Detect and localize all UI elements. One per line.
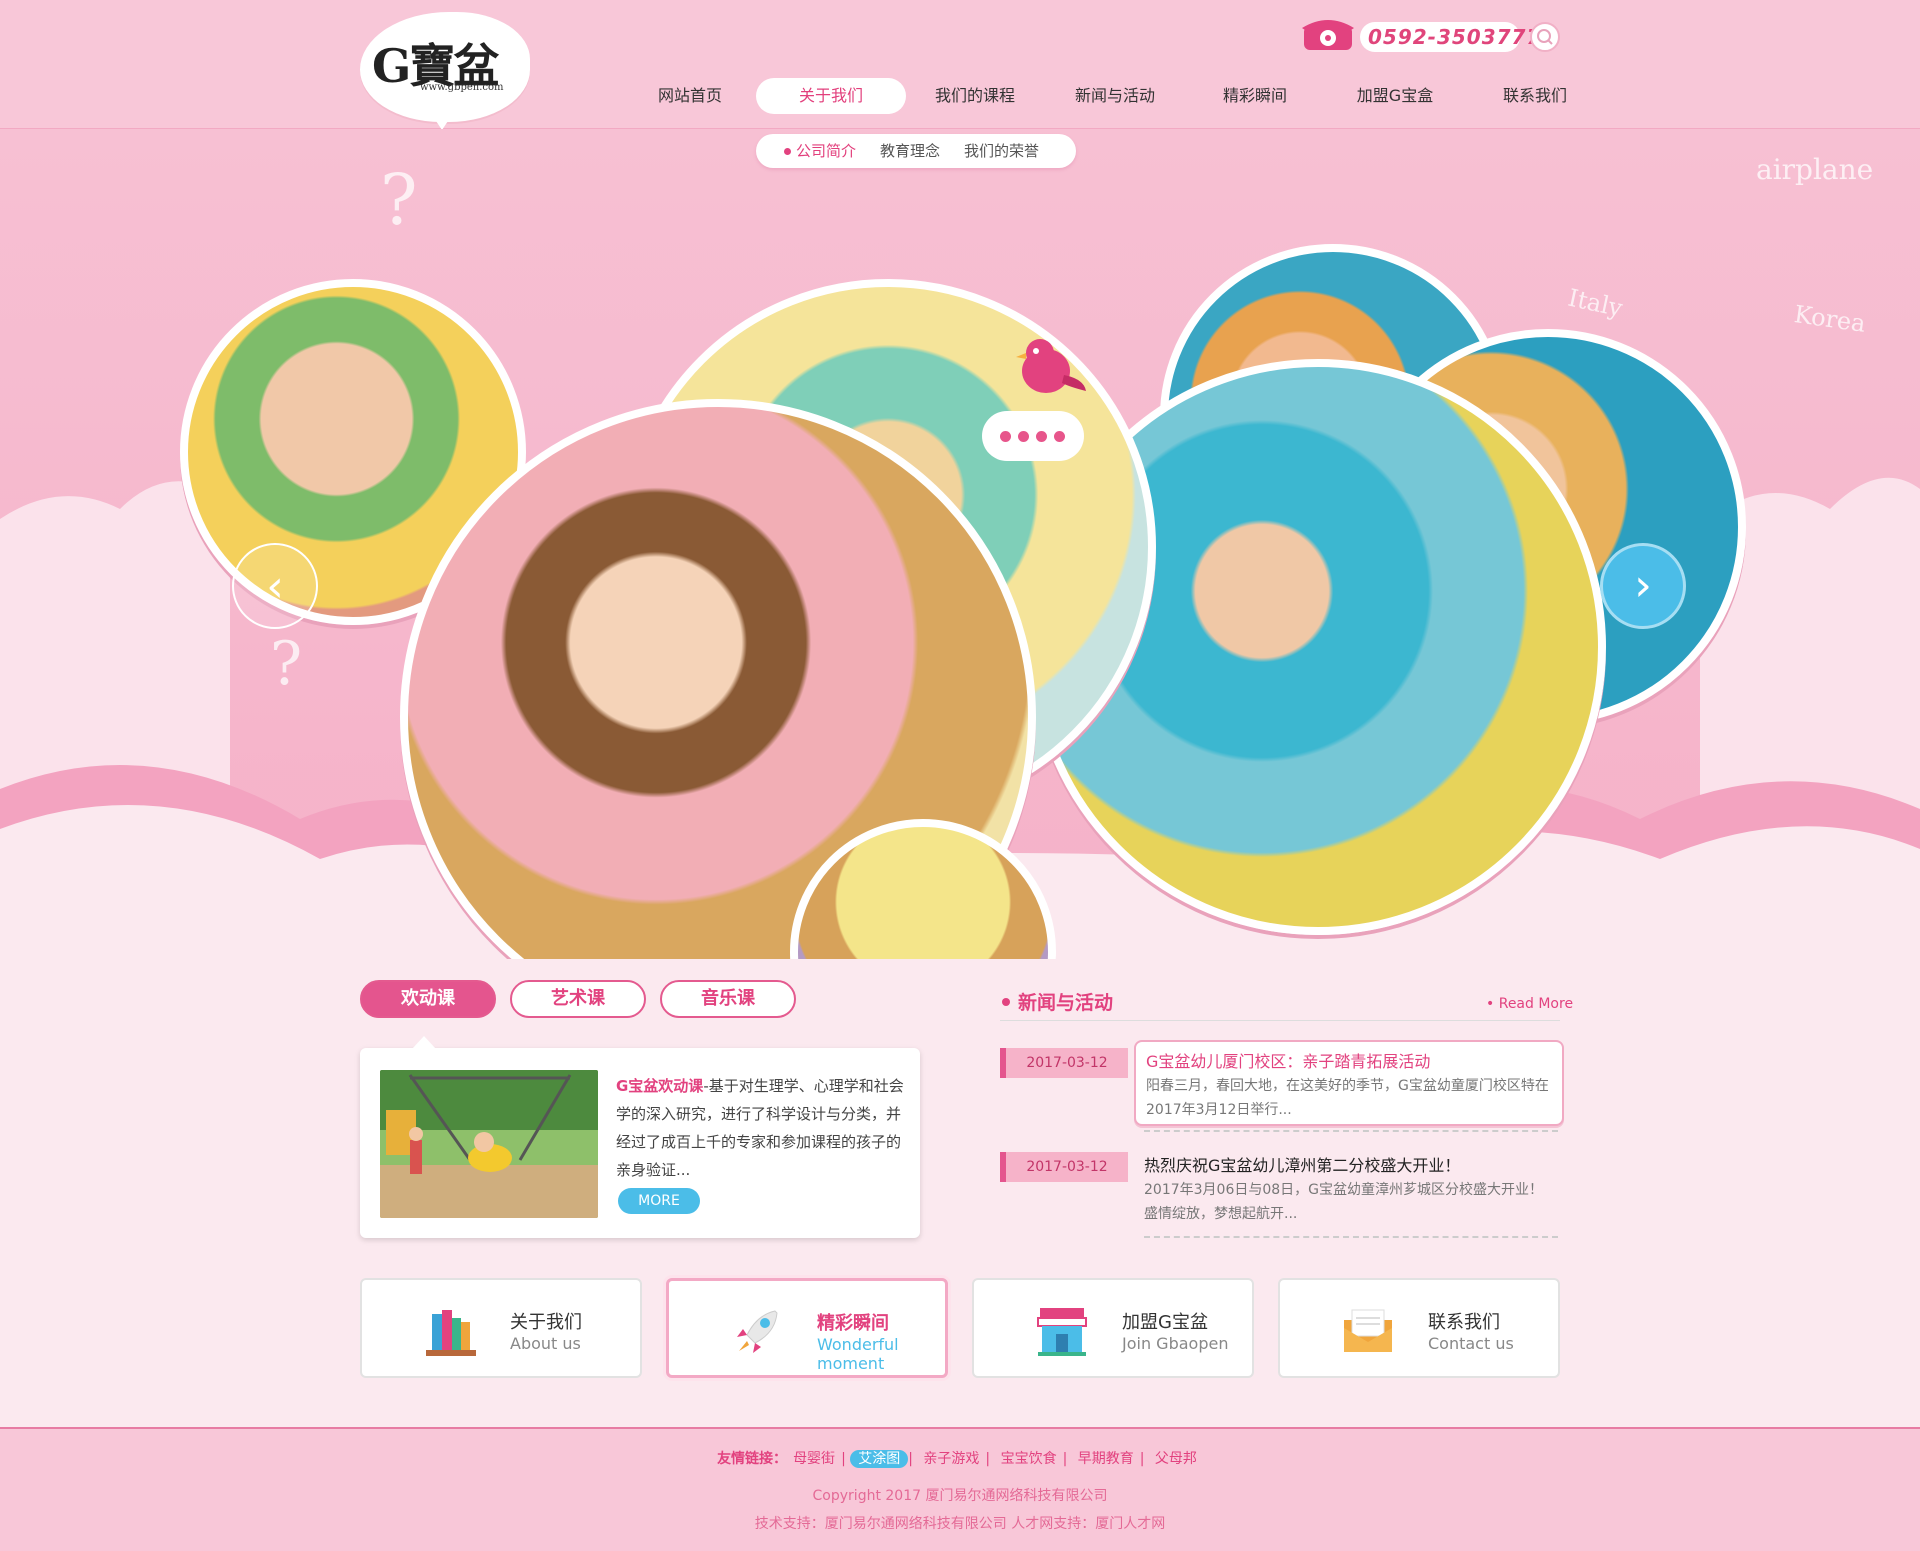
rocket-icon [737, 1310, 778, 1353]
feature-about-subtitle: About us [510, 1334, 581, 1353]
feature-contact-subtitle: Contact us [1428, 1334, 1514, 1353]
friend-links: 友情链接： 母婴街 | 艾涂图 | 亲子游戏 | 宝宝饮食 | 早期教育 | 父母邦 [0, 1448, 1920, 1468]
subnav-item-honors[interactable]: 我们的荣誉 [964, 134, 1039, 168]
news-read-more-link[interactable]: • Read More [1486, 996, 1573, 1012]
playground-photo [380, 1070, 598, 1218]
news-summary-1: 阳春三月，春回大地，在这美好的季节，G宝盆幼童厦门校区特在2017年3月12日举… [1146, 1078, 1549, 1118]
search-icon [1537, 29, 1553, 45]
news-date-1: 2017-03-12 [1000, 1048, 1128, 1078]
feature-join-subtitle: Join Gbaopen [1122, 1334, 1229, 1353]
doodle-question-mark: ? [380, 159, 418, 241]
friend-link-1[interactable]: 母婴街 [787, 1451, 841, 1467]
slide-dot-4[interactable] [1054, 431, 1065, 442]
feature-contact[interactable]: 联系我们 Contact us [1278, 1278, 1560, 1378]
feature-contact-title: 联系我们 [1428, 1312, 1500, 1333]
news-headline-2[interactable]: 热烈庆祝G宝盆幼儿漳州第二分校盛大开业！ [1144, 1152, 1460, 1176]
slider-next-button[interactable]: › [1600, 543, 1686, 629]
link-separator: | [1062, 1451, 1068, 1467]
friend-links-label: 友情链接： [717, 1451, 788, 1467]
news-headline-1[interactable]: G宝盆幼儿厦门校区：亲子踏青拓展活动 [1146, 1048, 1430, 1072]
doodle-airplane: airplane [1756, 153, 1874, 186]
nav-item-courses[interactable]: 我们的课程 [920, 78, 1030, 114]
link-separator: | [1139, 1451, 1145, 1467]
course-image [380, 1070, 598, 1218]
copyright: Copyright 2017 厦门易尔通网络科技有限公司 [812, 1488, 1108, 1504]
subnav-bullet [784, 148, 791, 155]
logo-url: www.gbpen.com [420, 82, 504, 93]
feature-moments[interactable]: 精彩瞬间 Wonderful moment [666, 1278, 948, 1378]
feature-moments-subtitle: Wonderful moment [817, 1335, 899, 1373]
feature-join[interactable]: 加盟G宝盆 Join Gbaopen [972, 1278, 1254, 1378]
doodle-question-mark-2: ? [270, 629, 303, 699]
telephone-icon [1302, 20, 1354, 50]
slide-dot-1[interactable] [1000, 431, 1011, 442]
news-date-2: 2017-03-12 [1000, 1152, 1128, 1182]
chevron-right-icon: › [1634, 560, 1652, 611]
friend-link-5[interactable]: 早期教育 [1072, 1451, 1140, 1467]
slider-prev-button[interactable]: ‹ [232, 543, 318, 629]
nav-item-contact[interactable]: 联系我们 [1480, 78, 1590, 114]
news-item-2[interactable]: 热烈庆祝G宝盆幼儿漳州第二分校盛大开业！ 2017年3月06日与08日，G宝盆幼… [1134, 1144, 1560, 1226]
news-divider-1 [1144, 1130, 1558, 1132]
tab-music-class[interactable]: 音乐课 [660, 980, 796, 1018]
news-section-title: 新闻与活动 [1018, 992, 1114, 1014]
course-more-button[interactable]: MORE [618, 1188, 700, 1214]
friend-link-2[interactable]: 艾涂图 [850, 1450, 909, 1468]
search-button[interactable] [1530, 22, 1560, 52]
news-summary-2: 2017年3月06日与08日，G宝盆幼童漳州芗城区分校盛大开业！盛情绽放，梦想起… [1144, 1182, 1544, 1222]
friend-link-6[interactable]: 父母邦 [1149, 1451, 1203, 1467]
feature-join-title: 加盟G宝盆 [1122, 1312, 1208, 1333]
feature-about[interactable]: 关于我们 About us [360, 1278, 642, 1378]
subnav-item-philosophy[interactable]: 教育理念 [880, 134, 940, 168]
phone-number: 0592-3503777 [1368, 25, 1542, 49]
news-divider-2 [1144, 1236, 1558, 1238]
nav-item-about[interactable]: 关于我们 [756, 78, 906, 114]
news-item-1[interactable]: G宝盆幼儿厦门校区：亲子踏青拓展活动 阳春三月，春回大地，在这美好的季节，G宝盆… [1134, 1040, 1564, 1126]
feature-about-title: 关于我们 [510, 1312, 582, 1333]
tab-art-class[interactable]: 艺术课 [510, 980, 646, 1018]
feature-moments-title: 精彩瞬间 [817, 1313, 889, 1334]
hero-banner: airplane Italy Korea ? ? ‹ › [0, 129, 1920, 959]
course-description: G宝盆欢动课-基于对生理学、心理学和社会学的深入研究，进行了科学设计与分类，并经… [616, 1072, 910, 1184]
link-separator: | [841, 1451, 846, 1467]
slide-dot-2[interactable] [1018, 431, 1029, 442]
nav-item-home[interactable]: 网站首页 [640, 78, 740, 114]
shop-icon [1037, 1308, 1087, 1356]
subnav-item-intro[interactable]: 公司简介 [796, 134, 856, 168]
nav-item-moments[interactable]: 精彩瞬间 [1200, 78, 1310, 114]
course-card-pointer [412, 1036, 436, 1049]
nav-item-news[interactable]: 新闻与活动 [1060, 78, 1170, 114]
friend-link-3[interactable]: 亲子游戏 [917, 1451, 985, 1467]
tech-support: 技术支持：厦门易尔通网络科技有限公司 人才网支持：厦门人才网 [754, 1516, 1166, 1532]
link-separator: | [985, 1451, 991, 1467]
link-separator: | [908, 1451, 913, 1467]
sub-nav: 公司简介 教育理念 我们的荣誉 [756, 134, 1076, 168]
news-bullet [1002, 998, 1010, 1006]
slide-dots [982, 411, 1084, 461]
course-title: G宝盆欢动课 [616, 1077, 704, 1095]
logo-bubble-tail [430, 112, 454, 130]
envelope-icon [1344, 1309, 1392, 1352]
chevron-left-icon: ‹ [266, 561, 284, 612]
friend-link-4[interactable]: 宝宝饮食 [995, 1451, 1063, 1467]
slide-dot-3[interactable] [1036, 431, 1047, 442]
books-icon [426, 1310, 476, 1356]
nav-item-join[interactable]: 加盟G宝盒 [1340, 78, 1450, 114]
bird-icon [1016, 339, 1086, 393]
tab-fun-class[interactable]: 欢动课 [360, 980, 496, 1018]
news-read-more-label: Read More [1498, 996, 1574, 1012]
